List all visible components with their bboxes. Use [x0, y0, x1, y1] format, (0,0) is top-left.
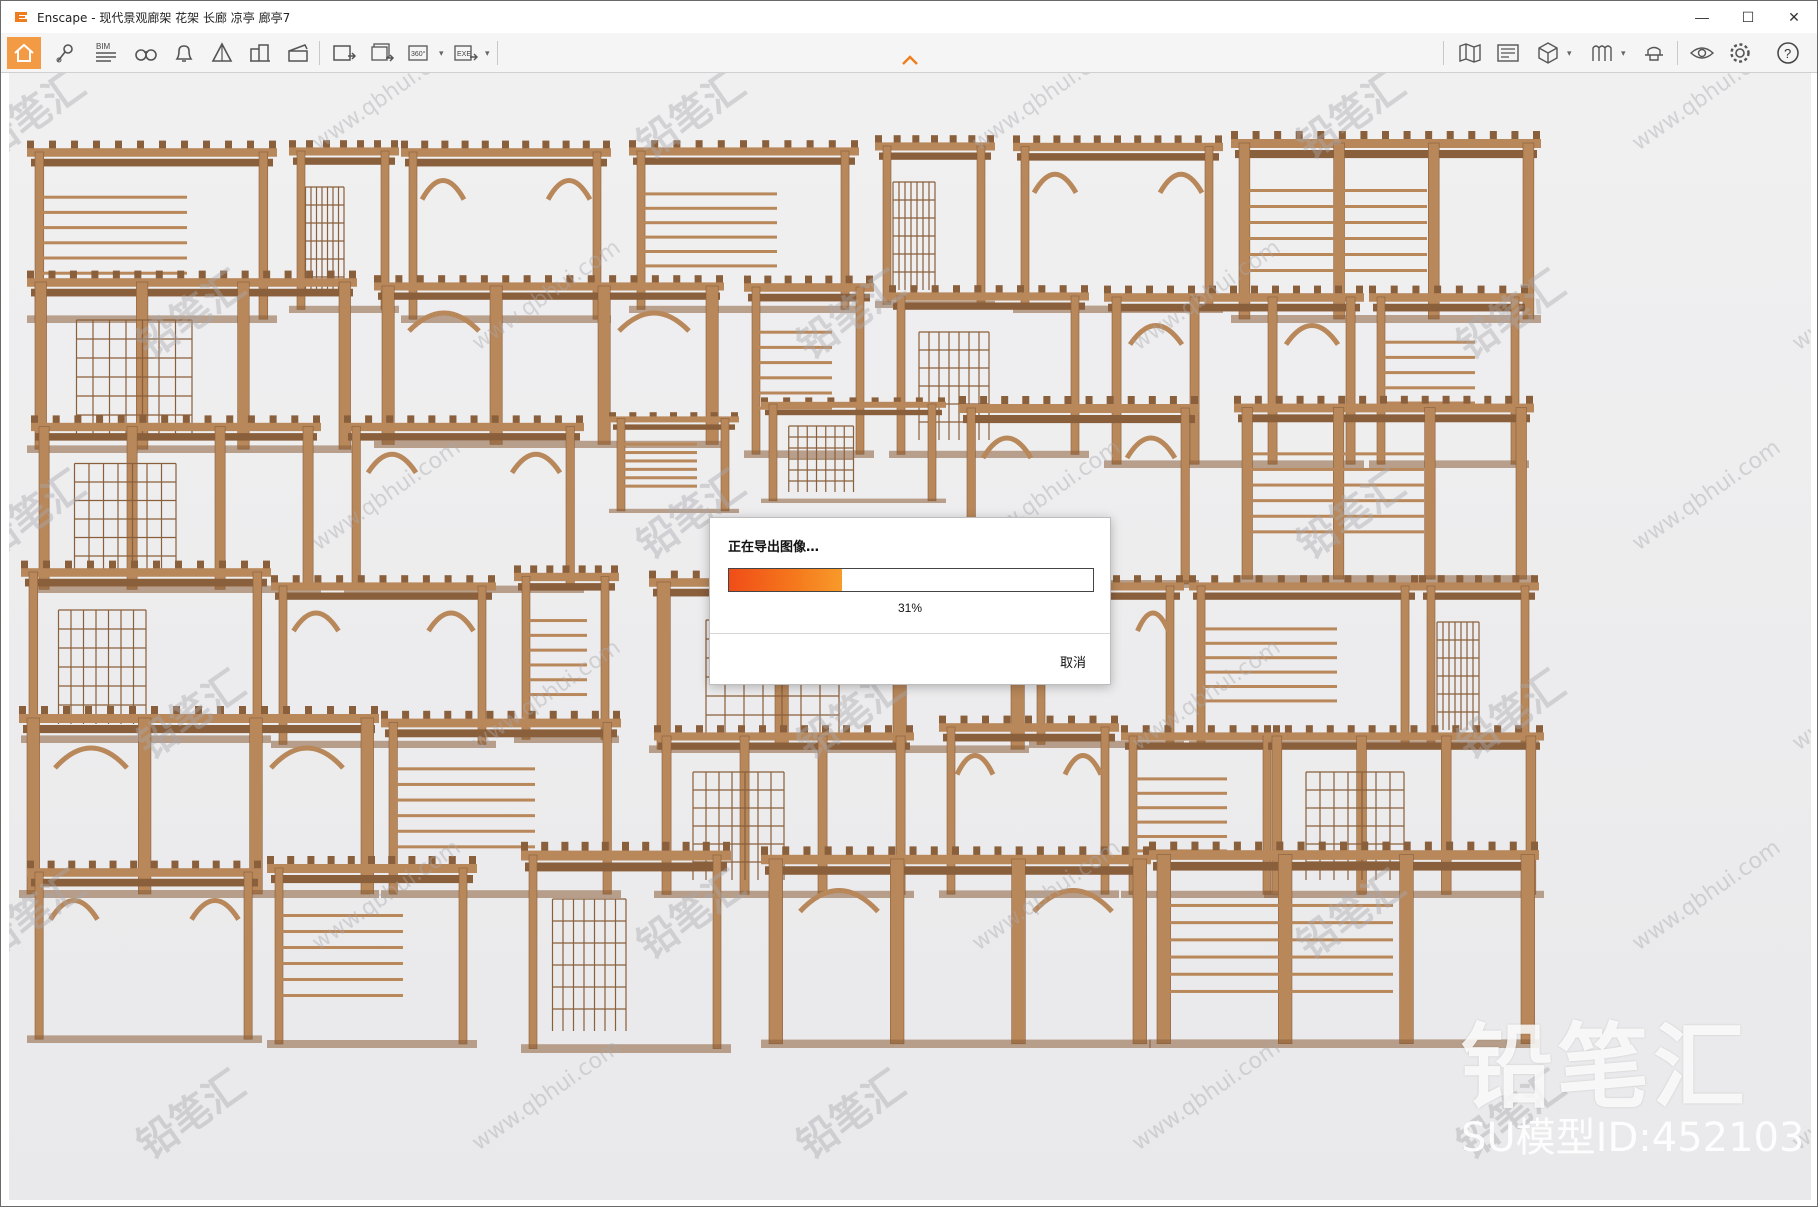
- shape-icon: [211, 42, 233, 62]
- export-360-dropdown-caret-icon[interactable]: ▾: [439, 49, 447, 58]
- export-exe-icon: EXE: [454, 45, 478, 61]
- eye-icon: [1689, 47, 1715, 59]
- binoculars-icon: [135, 49, 157, 61]
- progress-percent: 31%: [897, 601, 923, 615]
- map-icon: [1459, 43, 1481, 63]
- pergola-model: [609, 412, 739, 513]
- window-controls: — ☐ ✕: [1679, 1, 1817, 33]
- pergola-model: [267, 856, 477, 1048]
- toolbar-separator: [319, 41, 320, 65]
- shape-button[interactable]: [205, 37, 239, 69]
- binoculars-button[interactable]: [129, 37, 163, 69]
- home-icon: [14, 43, 34, 62]
- enscape-logo-icon: [15, 12, 27, 22]
- window-title: Enscape - 现代景观廊架 花架 长廊 凉亭 廊亭7: [37, 10, 291, 25]
- settings-icon: [1730, 43, 1750, 63]
- export-image-icon: [333, 45, 357, 61]
- progress-fill: [729, 569, 842, 591]
- help-button[interactable]: ?: [1771, 37, 1805, 69]
- batch-export-button[interactable]: [365, 37, 399, 69]
- bell-button[interactable]: [167, 37, 201, 69]
- model-id-label: SU模型ID:452103: [1461, 1115, 1805, 1161]
- buildings-button[interactable]: [243, 37, 277, 69]
- bim-label: BIM: [96, 42, 111, 51]
- export-360-label: 360°: [411, 50, 426, 58]
- batch-export-icon: [371, 43, 395, 62]
- export-exe-button[interactable]: EXE: [449, 37, 483, 69]
- watermark-text: www.qbhui.com: [467, 1035, 626, 1156]
- map-button[interactable]: [1453, 37, 1487, 69]
- cube-dropdown-caret-icon[interactable]: ▾: [1567, 49, 1575, 58]
- close-button[interactable]: ✕: [1771, 1, 1817, 33]
- columns-dropdown-caret-icon[interactable]: ▾: [1621, 49, 1629, 58]
- title-bar: Enscape - 现代景观廊架 花架 长廊 凉亭 廊亭7 — ☐ ✕: [1, 1, 1817, 33]
- watermark-text: 铅笔汇: [128, 1062, 254, 1169]
- export-exe-dropdown-caret-icon[interactable]: ▾: [485, 49, 493, 58]
- cube-icon: [1538, 42, 1558, 64]
- help-icon: ?: [1777, 42, 1799, 64]
- export-progress-dialog: 正在导出图像… 31% 取消: [709, 517, 1111, 685]
- export-360-button[interactable]: 360°: [403, 37, 437, 69]
- bim-icon: BIM: [96, 42, 116, 62]
- help-label: ?: [1784, 46, 1791, 61]
- columns-icon: [1592, 45, 1612, 61]
- watermark-text: www.qbhui.com: [1627, 835, 1786, 956]
- asset-library-button[interactable]: [1491, 37, 1525, 69]
- toolbar-separator: [497, 41, 498, 65]
- maximize-button[interactable]: ☐: [1725, 1, 1771, 33]
- pergola-model: [761, 846, 1151, 1048]
- toolbar-separator: [1443, 41, 1444, 65]
- enscape-window: Enscape - 现代景观廊架 花架 长廊 凉亭 廊亭7 — ☐ ✕ BIM: [0, 0, 1818, 1207]
- location-pin-icon: [56, 44, 73, 63]
- enscape-toolbar: BIM 360° ▾ EXE ▾ ▾ ▾ ?: [1, 33, 1817, 73]
- hat-button[interactable]: [1637, 37, 1671, 69]
- pergola-model: [761, 397, 946, 503]
- watermark-text: www.qbhui.com: [1627, 73, 1786, 156]
- bell-icon: [175, 45, 193, 62]
- watermark-text: www.qbhui.com: [1787, 635, 1811, 756]
- toolbar-separator: [1677, 41, 1678, 65]
- minimize-button[interactable]: —: [1679, 1, 1725, 33]
- cube-button[interactable]: [1531, 37, 1565, 69]
- columns-button[interactable]: [1585, 37, 1619, 69]
- hat-icon: [1645, 46, 1663, 61]
- export-360-icon: 360°: [408, 45, 428, 61]
- pergola-model: [1234, 395, 1534, 583]
- clapper-icon: [288, 44, 308, 62]
- watermark-text: www.qbhui.com: [1787, 235, 1811, 356]
- asset-library-icon: [1497, 44, 1519, 62]
- watermark-text: www.qbhui.com: [1127, 1035, 1286, 1156]
- location-pin-button[interactable]: [49, 37, 83, 69]
- export-exe-label: EXE: [457, 51, 471, 58]
- settings-button[interactable]: [1723, 37, 1757, 69]
- pergola-model: [521, 841, 731, 1053]
- dialog-title: 正在导出图像…: [728, 540, 820, 555]
- watermark-text: www.qbhui.com: [1627, 435, 1786, 556]
- dialog-divider: [710, 633, 1110, 634]
- pergola-model: [27, 860, 262, 1043]
- home-button[interactable]: [7, 37, 41, 69]
- watermark-text: 铅笔汇: [788, 1062, 914, 1169]
- eye-button[interactable]: [1685, 37, 1719, 69]
- buildings-icon: [250, 44, 270, 62]
- bim-button[interactable]: BIM: [89, 37, 123, 69]
- progress-bar: [728, 568, 1094, 592]
- cancel-button[interactable]: 取消: [1060, 652, 1086, 671]
- export-image-button[interactable]: [327, 37, 361, 69]
- collapse-toolbar-chevron-up-icon[interactable]: [901, 53, 919, 67]
- clapper-button[interactable]: [281, 37, 315, 69]
